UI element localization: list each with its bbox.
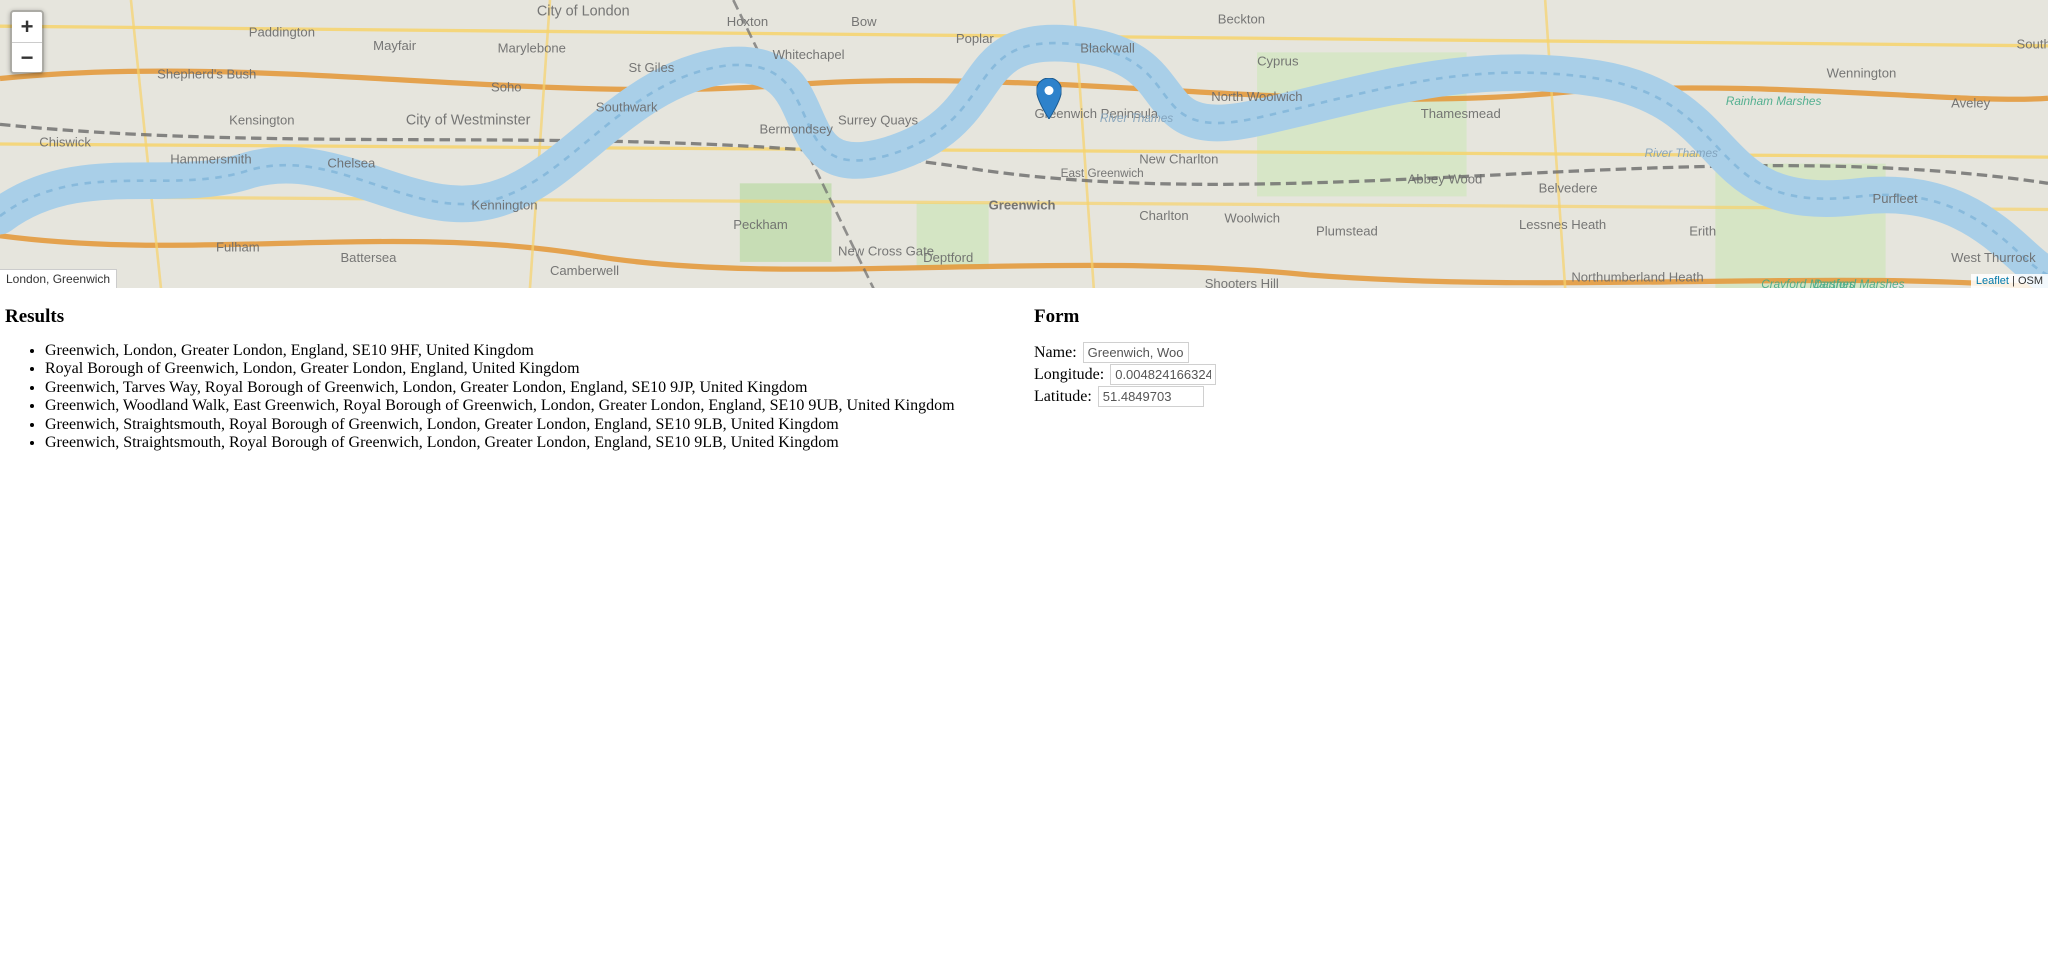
svg-text:Chiswick: Chiswick <box>39 135 91 150</box>
svg-text:Mayfair: Mayfair <box>373 38 417 53</box>
svg-text:Wennington: Wennington <box>1827 65 1897 80</box>
svg-text:Northumberland Heath: Northumberland Heath <box>1571 270 1703 285</box>
svg-text:City of Westminster: City of Westminster <box>406 112 531 128</box>
svg-text:River Thames: River Thames <box>1645 147 1718 160</box>
longitude-label: Longitude: <box>1034 366 1104 384</box>
zoom-controls: + − <box>10 10 44 74</box>
svg-text:Camberwell: Camberwell <box>550 263 619 278</box>
svg-text:New Charlton: New Charlton <box>1139 152 1218 167</box>
result-item[interactable]: Greenwich, London, Greater London, Engla… <box>45 342 1014 360</box>
svg-text:Plumstead: Plumstead <box>1316 224 1378 239</box>
svg-text:Deptford: Deptford <box>923 250 973 265</box>
svg-text:Greenwich: Greenwich <box>989 198 1056 213</box>
svg-text:Battersea: Battersea <box>340 250 397 265</box>
map-attribution: Leaflet | OSM <box>1971 274 2048 288</box>
svg-text:Peckham: Peckham <box>733 217 788 232</box>
svg-text:River Thames: River Thames <box>1100 112 1173 125</box>
zoom-in-button[interactable]: + <box>12 12 42 42</box>
results-heading: Results <box>5 306 1014 328</box>
svg-text:East Greenwich: East Greenwich <box>1061 167 1144 180</box>
result-item[interactable]: Greenwich, Tarves Way, Royal Borough of … <box>45 379 1014 397</box>
map[interactable]: City of London City of Westminster Paddi… <box>0 0 2048 288</box>
svg-text:St Giles: St Giles <box>629 60 675 75</box>
svg-text:Whitechapel: Whitechapel <box>773 47 845 62</box>
form-panel: Form Name: Longitude: Latitude: <box>1034 288 2043 452</box>
svg-text:Woolwich: Woolwich <box>1224 211 1280 226</box>
svg-text:Hammersmith: Hammersmith <box>170 152 251 167</box>
result-item[interactable]: Greenwich, Woodland Walk, East Greenwich… <box>45 397 1014 415</box>
leaflet-link[interactable]: Leaflet <box>1976 275 2009 287</box>
svg-text:Beckton: Beckton <box>1218 12 1265 27</box>
svg-text:Rainham Marshes: Rainham Marshes <box>1726 95 1822 108</box>
svg-text:Paddington: Paddington <box>249 25 315 40</box>
svg-text:Charlton: Charlton <box>1139 208 1188 223</box>
name-label: Name: <box>1034 344 1077 362</box>
svg-text:Purfleet: Purfleet <box>1873 191 1918 206</box>
longitude-field[interactable] <box>1110 364 1216 385</box>
svg-text:Belvedere: Belvedere <box>1539 180 1598 195</box>
svg-text:Aveley: Aveley <box>1951 95 1990 110</box>
latitude-label: Latitude: <box>1034 388 1092 406</box>
svg-text:Abbey Wood: Abbey Wood <box>1408 171 1483 186</box>
svg-text:Shooters Hill: Shooters Hill <box>1205 276 1279 288</box>
result-item[interactable]: Greenwich, Straightsmouth, Royal Borough… <box>45 434 1014 452</box>
svg-text:Soho: Soho <box>491 80 522 95</box>
result-item[interactable]: Greenwich, Straightsmouth, Royal Borough… <box>45 416 1014 434</box>
svg-text:Kennington: Kennington <box>471 198 537 213</box>
svg-text:Erith: Erith <box>1689 224 1716 239</box>
svg-text:Blackwall: Blackwall <box>1080 40 1135 55</box>
svg-text:Kensington: Kensington <box>229 112 294 127</box>
svg-text:Lessnes Heath: Lessnes Heath <box>1519 217 1606 232</box>
svg-text:South Ocker: South Ocker <box>2017 36 2048 51</box>
map-label: London, Greenwich <box>0 269 117 288</box>
svg-text:Cyprus: Cyprus <box>1257 53 1299 68</box>
svg-text:City of London: City of London <box>537 4 630 20</box>
form-heading: Form <box>1034 306 2043 328</box>
attribution-osm: OSM <box>2018 275 2043 287</box>
attribution-separator: | <box>2009 275 2018 287</box>
svg-text:New Cross Gate: New Cross Gate <box>838 243 934 258</box>
results-list: Greenwich, London, Greater London, Engla… <box>5 342 1014 452</box>
results-panel: Results Greenwich, London, Greater Londo… <box>5 288 1014 452</box>
svg-text:Hoxton: Hoxton <box>727 14 768 29</box>
svg-text:Chelsea: Chelsea <box>327 156 376 171</box>
svg-text:North Woolwich: North Woolwich <box>1211 89 1302 104</box>
svg-text:Poplar: Poplar <box>956 31 994 46</box>
svg-text:Bermondsey: Bermondsey <box>759 122 833 137</box>
svg-text:Thamesmead: Thamesmead <box>1421 106 1501 121</box>
svg-text:Fulham: Fulham <box>216 239 260 254</box>
map-tiles[interactable]: City of London City of Westminster Paddi… <box>0 0 2048 288</box>
svg-text:Surrey Quays: Surrey Quays <box>838 112 918 127</box>
svg-text:Bow: Bow <box>851 14 877 29</box>
zoom-out-button[interactable]: − <box>12 42 42 72</box>
svg-text:West Thurrock: West Thurrock <box>1951 250 2036 265</box>
latitude-field[interactable] <box>1098 386 1204 407</box>
svg-text:Shepherd's Bush: Shepherd's Bush <box>157 67 256 82</box>
svg-text:Dartford Marshes: Dartford Marshes <box>1814 278 1905 288</box>
name-field[interactable] <box>1083 342 1189 363</box>
svg-text:Southwark: Southwark <box>596 99 658 114</box>
svg-text:Marylebone: Marylebone <box>498 40 566 55</box>
result-item[interactable]: Royal Borough of Greenwich, London, Grea… <box>45 360 1014 378</box>
